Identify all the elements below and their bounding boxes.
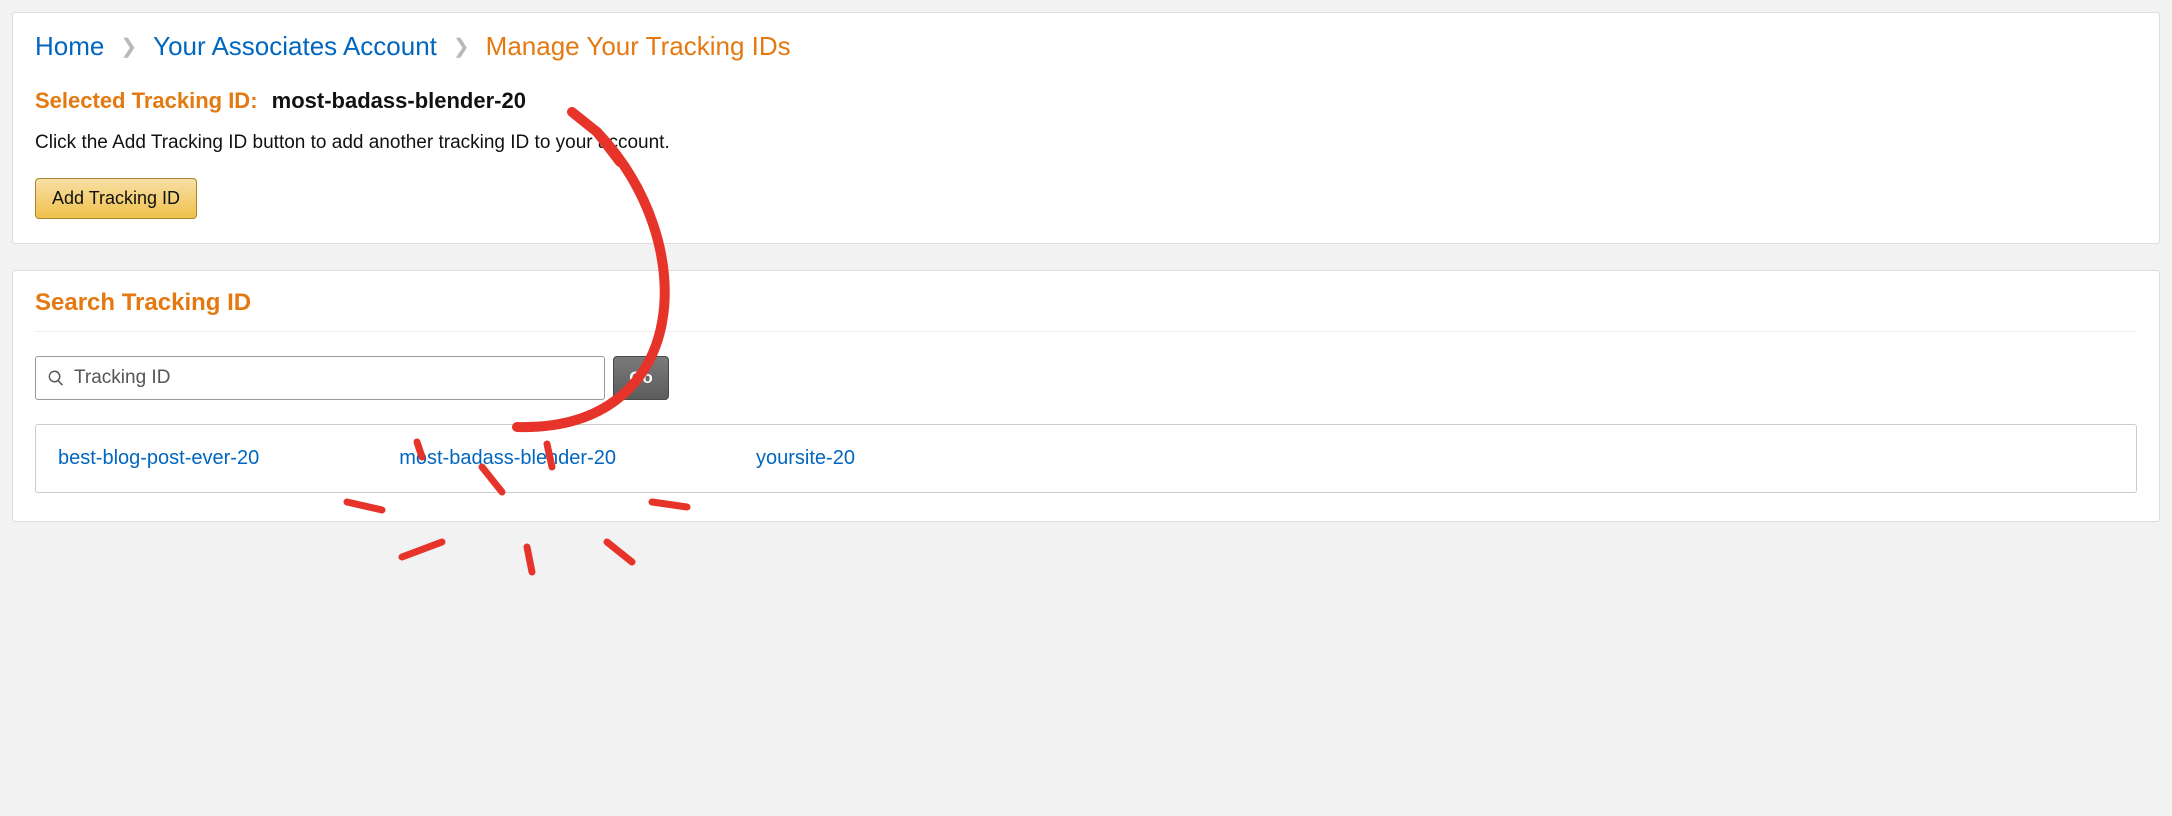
search-tracking-card: Search Tracking ID Go best-blog-post-eve… (12, 270, 2160, 522)
chevron-right-icon: ❯ (120, 34, 137, 59)
chevron-right-icon: ❯ (453, 34, 470, 59)
breadcrumb-home[interactable]: Home (35, 31, 104, 62)
breadcrumb-account[interactable]: Your Associates Account (153, 31, 437, 62)
breadcrumb: Home ❯ Your Associates Account ❯ Manage … (35, 31, 2137, 62)
results-box: best-blog-post-ever-20 most-badass-blend… (35, 424, 2137, 493)
tracking-id-link[interactable]: best-blog-post-ever-20 (58, 447, 259, 470)
search-input[interactable] (35, 356, 605, 400)
add-tracking-id-button[interactable]: Add Tracking ID (35, 178, 197, 219)
instruction-text: Click the Add Tracking ID button to add … (35, 132, 2137, 154)
tracking-id-link[interactable]: yoursite-20 (756, 447, 855, 470)
search-tracking-title: Search Tracking ID (35, 289, 2137, 331)
search-row: Go (35, 356, 2137, 400)
tracking-id-link[interactable]: most-badass-blender-20 (399, 447, 616, 470)
selected-tracking-label: Selected Tracking ID: (35, 88, 258, 113)
search-input-wrap (35, 356, 605, 400)
selected-tracking-row: Selected Tracking ID: most-badass-blende… (35, 88, 2137, 114)
go-button[interactable]: Go (613, 356, 669, 400)
selected-tracking-value: most-badass-blender-20 (272, 88, 526, 113)
selected-tracking-card: Home ❯ Your Associates Account ❯ Manage … (12, 12, 2160, 244)
breadcrumb-current: Manage Your Tracking IDs (486, 31, 791, 62)
search-icon (47, 369, 65, 387)
